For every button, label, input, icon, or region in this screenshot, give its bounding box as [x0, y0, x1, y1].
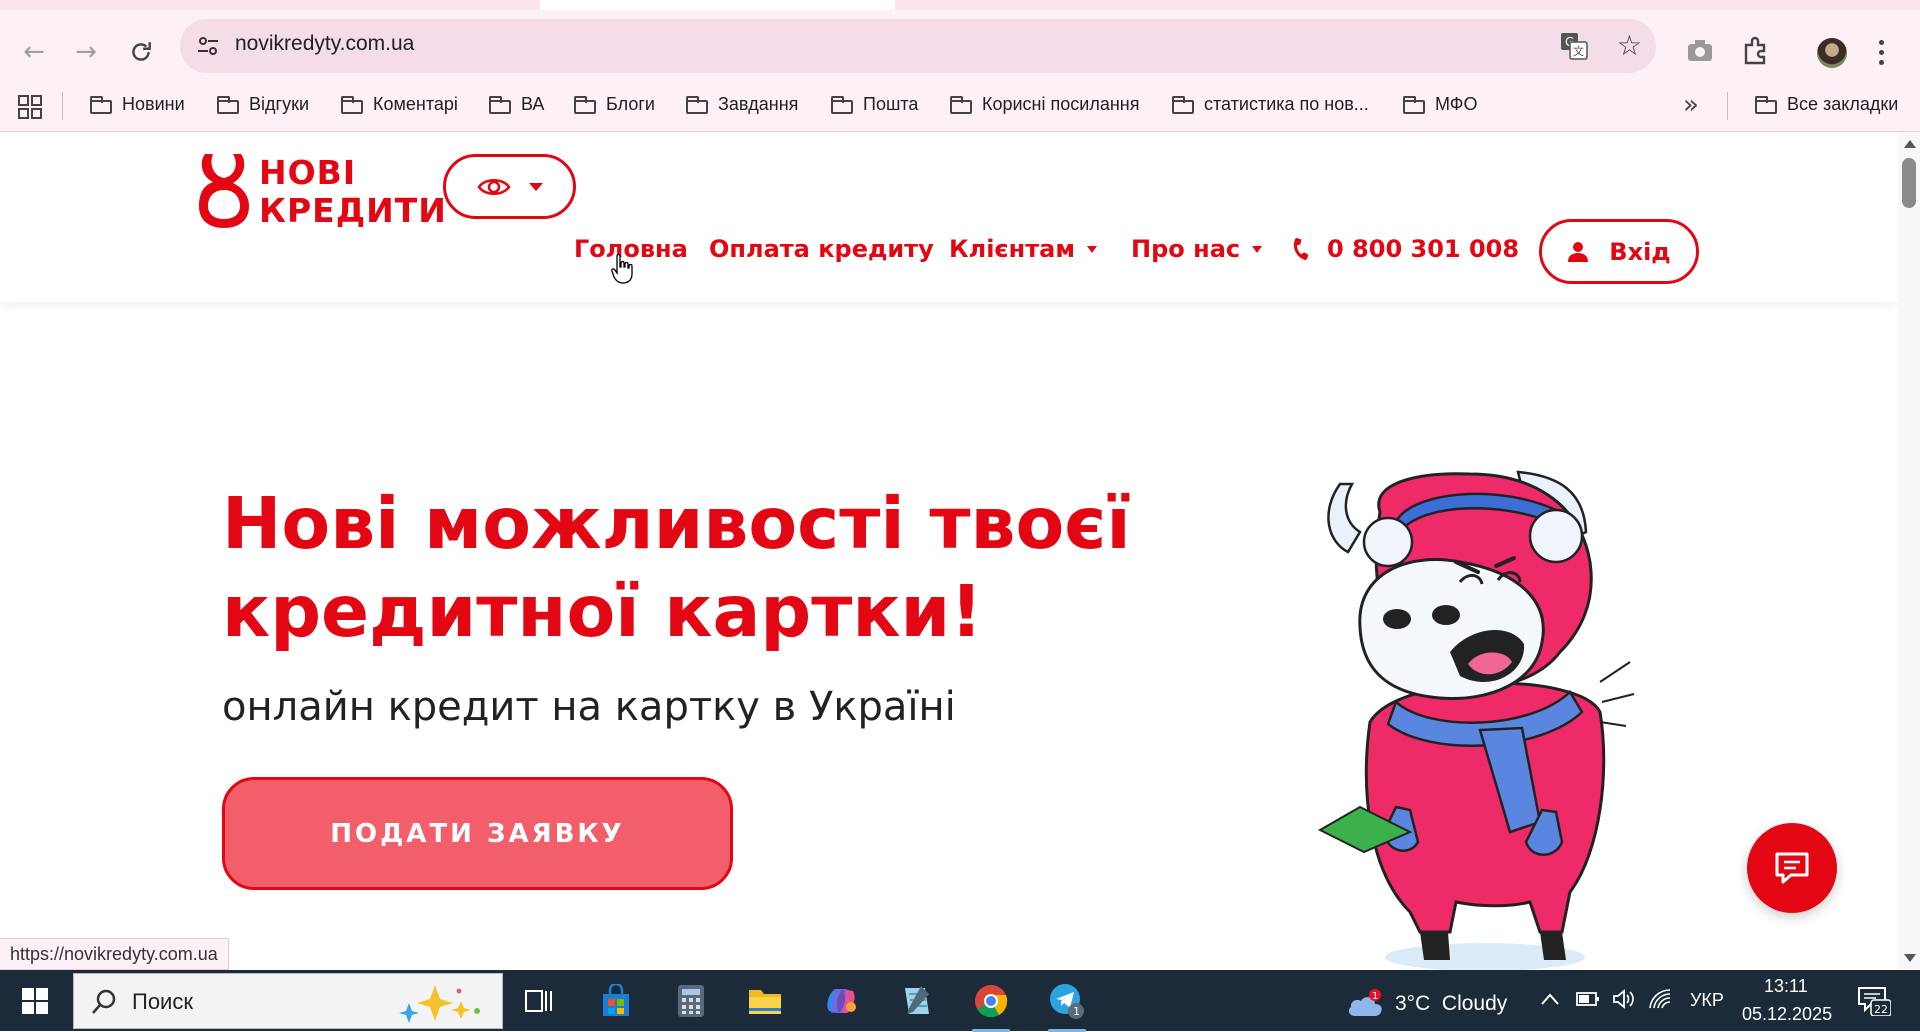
- logo-text: НОВІ КРЕДИТИ: [259, 153, 447, 230]
- chat-button[interactable]: [1747, 823, 1837, 913]
- folder-icon: [1755, 95, 1777, 114]
- folder-icon: [686, 95, 708, 114]
- folder-icon: [90, 95, 112, 114]
- taskbar: Поиск 1 1 3°C Cloudy УКР 13:11 05.12.202…: [0, 970, 1920, 1032]
- user-icon: [1568, 241, 1589, 262]
- folder-icon: [489, 95, 511, 114]
- folder-icon: [341, 95, 363, 114]
- clock-date[interactable]: 05.12.2025: [1742, 1004, 1832, 1025]
- bookmark-folder[interactable]: Відгуки: [217, 94, 309, 115]
- folder-icon: [950, 95, 972, 114]
- browser-toolbar: ← → novikredyty.com.ua G文 ☆: [0, 10, 1920, 82]
- microsoft-store-icon[interactable]: [593, 978, 639, 1024]
- nav-phone[interactable]: 0 800 301 008: [1289, 235, 1519, 263]
- scroll-down-arrow[interactable]: [1904, 954, 1916, 962]
- svg-text:1: 1: [1073, 1005, 1080, 1018]
- scroll-up-arrow[interactable]: [1904, 140, 1916, 148]
- notification-icon: 22: [1858, 987, 1892, 1017]
- tab-strip: [0, 0, 1920, 10]
- back-button[interactable]: ←: [14, 32, 54, 72]
- clock-time[interactable]: 13:11: [1764, 976, 1808, 997]
- apps-grid-icon[interactable]: [18, 95, 42, 119]
- task-view-icon[interactable]: [516, 978, 562, 1024]
- svg-text:22: 22: [1874, 1003, 1888, 1016]
- nav-payment[interactable]: Оплата кредиту: [709, 235, 934, 263]
- folder-icon: [1172, 95, 1194, 114]
- weather-widget[interactable]: 1 3°C Cloudy: [1345, 988, 1507, 1020]
- folder-icon: [217, 95, 239, 114]
- chevron-up-icon[interactable]: [1540, 992, 1560, 1006]
- link-status-tooltip: https://novikredyty.com.ua: [0, 938, 229, 970]
- chevron-down-icon: [1086, 245, 1097, 253]
- bookmark-folder[interactable]: МФО: [1403, 94, 1477, 115]
- wifi-icon[interactable]: [1648, 988, 1672, 1010]
- reload-button[interactable]: [121, 32, 161, 72]
- folder-icon: [1403, 95, 1425, 114]
- active-tab[interactable]: [540, 0, 895, 10]
- translate-icon[interactable]: G文: [1560, 32, 1588, 60]
- hero-title: Нові можливості твоєї кредитної картки!: [222, 482, 1131, 653]
- bookmark-folder[interactable]: Пошта: [831, 94, 918, 115]
- nav-clients[interactable]: Клієнтам: [949, 235, 1097, 263]
- phone-icon: [1293, 238, 1309, 260]
- chevron-down-icon: [1252, 245, 1263, 253]
- bookmarks-divider: [1727, 92, 1728, 120]
- site-logo[interactable]: НОВІ КРЕДИТИ: [197, 152, 446, 230]
- cursor-hand-icon: [611, 254, 633, 284]
- svg-text:1: 1: [1372, 991, 1378, 1002]
- reload-icon: [132, 42, 151, 61]
- accessibility-dropdown[interactable]: [443, 154, 576, 219]
- bookmark-folder[interactable]: статистика по нов...: [1172, 94, 1369, 115]
- hero-subtitle: онлайн кредит на картку в Україні: [222, 684, 956, 730]
- all-bookmarks-button[interactable]: Все закладки: [1755, 94, 1898, 115]
- folder-icon: [574, 95, 596, 114]
- volume-icon[interactable]: [1612, 988, 1636, 1010]
- login-button[interactable]: Вхід: [1539, 219, 1699, 284]
- notifications-button[interactable]: 22: [1857, 984, 1892, 1017]
- bull-mascot-illustration: [1317, 470, 1635, 970]
- more-bookmarks-icon[interactable]: »: [1683, 90, 1699, 120]
- chat-icon: [1775, 852, 1809, 884]
- bookmark-folder[interactable]: Завдання: [686, 94, 798, 115]
- search-icon: [92, 989, 116, 1014]
- calculator-icon[interactable]: [668, 978, 714, 1024]
- address-bar[interactable]: novikredyty.com.ua G文 ☆: [180, 19, 1656, 73]
- web-page: НОВІ КРЕДИТИ Головна Оплата кредиту Кліє…: [0, 132, 1898, 970]
- chevron-down-icon: [528, 182, 543, 191]
- svg-text:文: 文: [1573, 44, 1584, 58]
- bookmark-folder[interactable]: Блоги: [574, 94, 655, 115]
- profile-avatar[interactable]: [1817, 38, 1847, 68]
- windows-start-icon[interactable]: [22, 988, 48, 1014]
- chrome-taskbar-icon[interactable]: [968, 978, 1014, 1032]
- browser-menu-icon[interactable]: [1878, 40, 1886, 70]
- bookmark-folder[interactable]: Коментарі: [341, 94, 458, 115]
- bookmarks-divider: [62, 92, 63, 120]
- site-header: НОВІ КРЕДИТИ Головна Оплата кредиту Кліє…: [0, 132, 1898, 302]
- bookmark-star-icon[interactable]: ☆: [1617, 29, 1642, 62]
- bookmark-folder[interactable]: ВА: [489, 94, 544, 115]
- scroll-thumb[interactable]: [1902, 158, 1916, 208]
- cloud-icon: 1: [1348, 989, 1382, 1016]
- nav-about[interactable]: Про нас: [1131, 235, 1263, 263]
- folder-icon: [831, 95, 853, 114]
- forward-button[interactable]: →: [66, 32, 106, 72]
- logo-mark-icon: [199, 154, 249, 228]
- notes-app-icon[interactable]: [893, 978, 939, 1024]
- camera-icon[interactable]: [1684, 35, 1716, 67]
- site-info-icon[interactable]: [196, 34, 220, 58]
- battery-icon[interactable]: [1576, 990, 1600, 1008]
- apply-button[interactable]: ПОДАТИ ЗАЯВКУ: [222, 777, 733, 890]
- sparkle-icon: [399, 985, 480, 1023]
- extensions-icon[interactable]: [1740, 35, 1772, 67]
- copilot-icon[interactable]: [818, 978, 864, 1024]
- telegram-taskbar-icon[interactable]: 1: [1044, 978, 1090, 1032]
- url-text[interactable]: novikredyty.com.ua: [235, 32, 414, 56]
- bookmark-folder[interactable]: Корисні посилання: [950, 94, 1139, 115]
- file-explorer-icon[interactable]: [742, 978, 788, 1024]
- bookmark-folder[interactable]: Новини: [90, 94, 185, 115]
- bookmarks-bar: Новини Відгуки Коментарі ВА Блоги Завдан…: [0, 82, 1920, 132]
- page-scrollbar[interactable]: [1898, 132, 1920, 970]
- language-indicator[interactable]: УКР: [1690, 990, 1724, 1011]
- eye-icon: [476, 178, 511, 195]
